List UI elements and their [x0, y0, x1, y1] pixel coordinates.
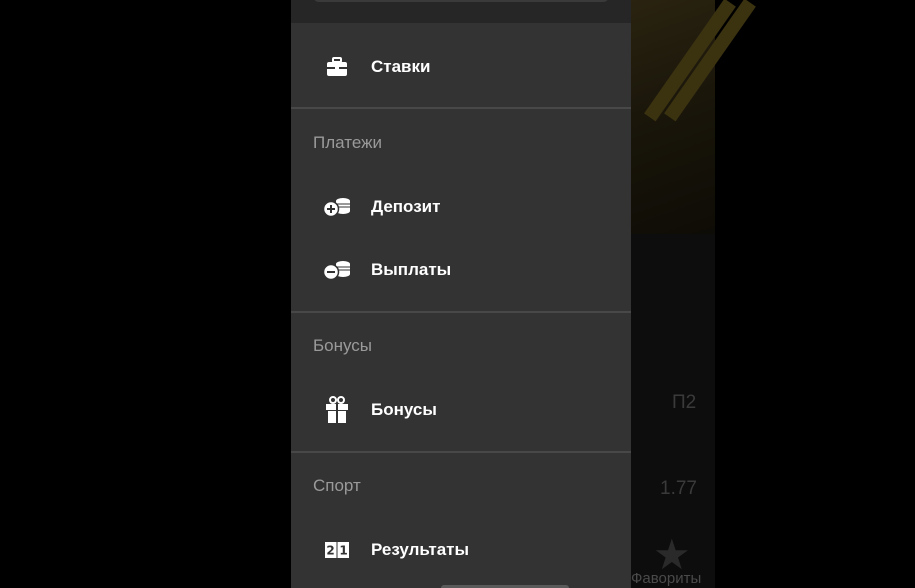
menu-item-label: Ставки: [371, 57, 431, 76]
menu-item-deposit[interactable]: Депозит: [291, 185, 631, 229]
divider: [291, 311, 631, 313]
menu-item-withdrawals[interactable]: Выплаты: [291, 248, 631, 292]
gift-icon: [322, 396, 352, 423]
menu-item-label: Выплаты: [371, 260, 452, 279]
background-col-label: П2: [672, 392, 697, 413]
navigation-drawer: Ставки Платежи Депозит Выплаты Бонусы Бо…: [291, 0, 631, 588]
section-title-bonuses: Бонусы: [313, 336, 373, 355]
background-odds-value: 1.77: [660, 478, 697, 499]
section-title-sport: Спорт: [313, 476, 361, 495]
coins-plus-icon: [322, 194, 352, 220]
menu-item-label: Результаты: [371, 540, 470, 559]
menu-item-results[interactable]: 2 1 Результаты: [291, 528, 631, 572]
svg-text:1: 1: [339, 544, 347, 558]
drawer-header-strip: [291, 0, 631, 23]
background-favorites-label: Фавориты: [631, 570, 702, 587]
svg-text:2: 2: [326, 544, 334, 558]
section-title-payments: Платежи: [313, 133, 382, 152]
menu-item-label: Депозит: [371, 197, 441, 216]
divider: [291, 107, 631, 109]
divider: [291, 451, 631, 453]
menu-item-bets[interactable]: Ставки: [291, 45, 631, 89]
briefcase-icon: [322, 54, 352, 80]
background-banner: [631, 0, 756, 234]
scoreboard-icon: 2 1: [322, 537, 352, 563]
menu-item-label: Бонусы: [371, 400, 437, 419]
coins-minus-icon: [322, 257, 352, 283]
menu-item-bonuses[interactable]: Бонусы: [291, 388, 631, 432]
screen: П2 1.77 ★ Фавориты Ставки Платежи Депози…: [0, 0, 915, 588]
search-bar-edge[interactable]: [313, 0, 609, 2]
